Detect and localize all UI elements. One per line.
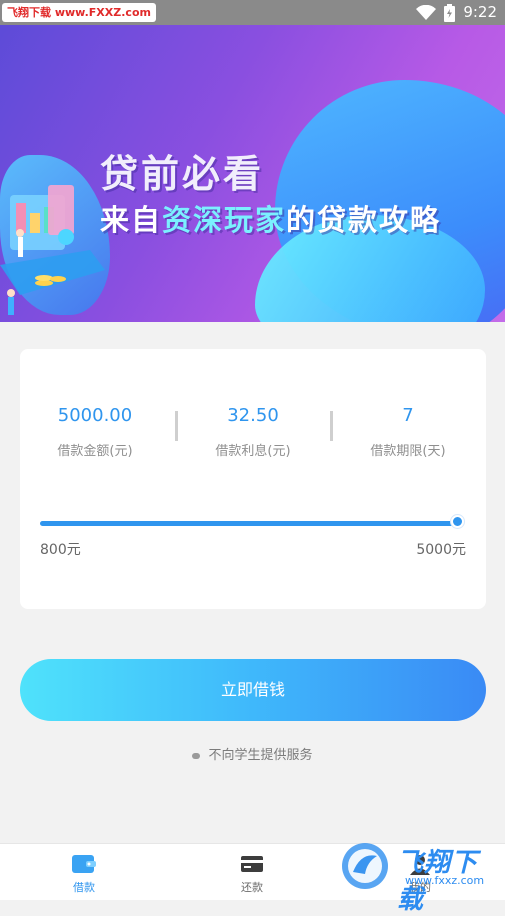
- banner-subtitle: 来自资深玩家的贷款攻略: [100, 197, 441, 239]
- tab-borrow[interactable]: 借款: [0, 844, 168, 901]
- borrow-now-button[interactable]: 立即借钱: [20, 659, 486, 721]
- wallet-icon: [72, 855, 96, 873]
- student-notice: 不向学生提供服务: [0, 744, 505, 763]
- tab-repay[interactable]: 还款: [168, 844, 336, 901]
- tab-borrow-label: 借款: [73, 881, 95, 894]
- watermark-label: 飞翔下载 www.FXXZ.com: [2, 3, 156, 22]
- banner-subtitle-highlight: 资深玩家: [162, 203, 287, 237]
- loan-card: 5000.00 借款金额(元) 32.50 借款利息(元) 7 借款期限(天) …: [20, 349, 486, 609]
- status-icons: 9:22: [416, 3, 497, 22]
- logo-icon: [342, 843, 388, 889]
- tab-repay-label: 还款: [241, 881, 263, 894]
- loan-amount-slider[interactable]: [40, 521, 458, 526]
- wifi-icon: [416, 4, 437, 20]
- banner-subtitle-post: 的贷款攻略: [286, 203, 442, 237]
- loan-amount-stat: 5000.00 借款金额(元): [20, 404, 170, 459]
- loan-term-label: 借款期限(天): [370, 444, 446, 459]
- finance-illustration: [0, 185, 105, 315]
- watermark-url: www.fxxz.com: [405, 874, 485, 887]
- loan-interest-stat: 32.50 借款利息(元): [178, 404, 328, 459]
- notice-text: 不向学生提供服务: [208, 748, 313, 763]
- loan-interest-label: 借款利息(元): [215, 444, 291, 459]
- loan-interest-value: 32.50: [227, 405, 279, 426]
- slider-max-label: 5000元: [416, 542, 466, 558]
- banner-title: 贷前必看: [100, 152, 265, 196]
- loan-term-value: 7: [402, 405, 414, 426]
- slider-min-label: 800元: [40, 542, 81, 558]
- battery-icon: [444, 3, 456, 22]
- card-icon: [241, 856, 263, 872]
- slider-thumb[interactable]: [451, 515, 464, 528]
- loan-amount-value: 5000.00: [57, 405, 133, 426]
- loan-amount-label: 借款金额(元): [57, 444, 133, 459]
- promo-banner[interactable]: 贷前必看 来自资深玩家的贷款攻略: [0, 25, 505, 322]
- notice-dot-icon: [192, 752, 201, 759]
- loan-term-stat: 7 借款期限(天): [333, 404, 483, 459]
- clock: 9:22: [463, 3, 497, 21]
- status-bar: 飞翔下载 www.FXXZ.com 9:22: [0, 0, 505, 25]
- banner-subtitle-pre: 来自: [100, 203, 163, 237]
- watermark-logo: 飞翔下载 www.fxxz.com: [339, 838, 499, 915]
